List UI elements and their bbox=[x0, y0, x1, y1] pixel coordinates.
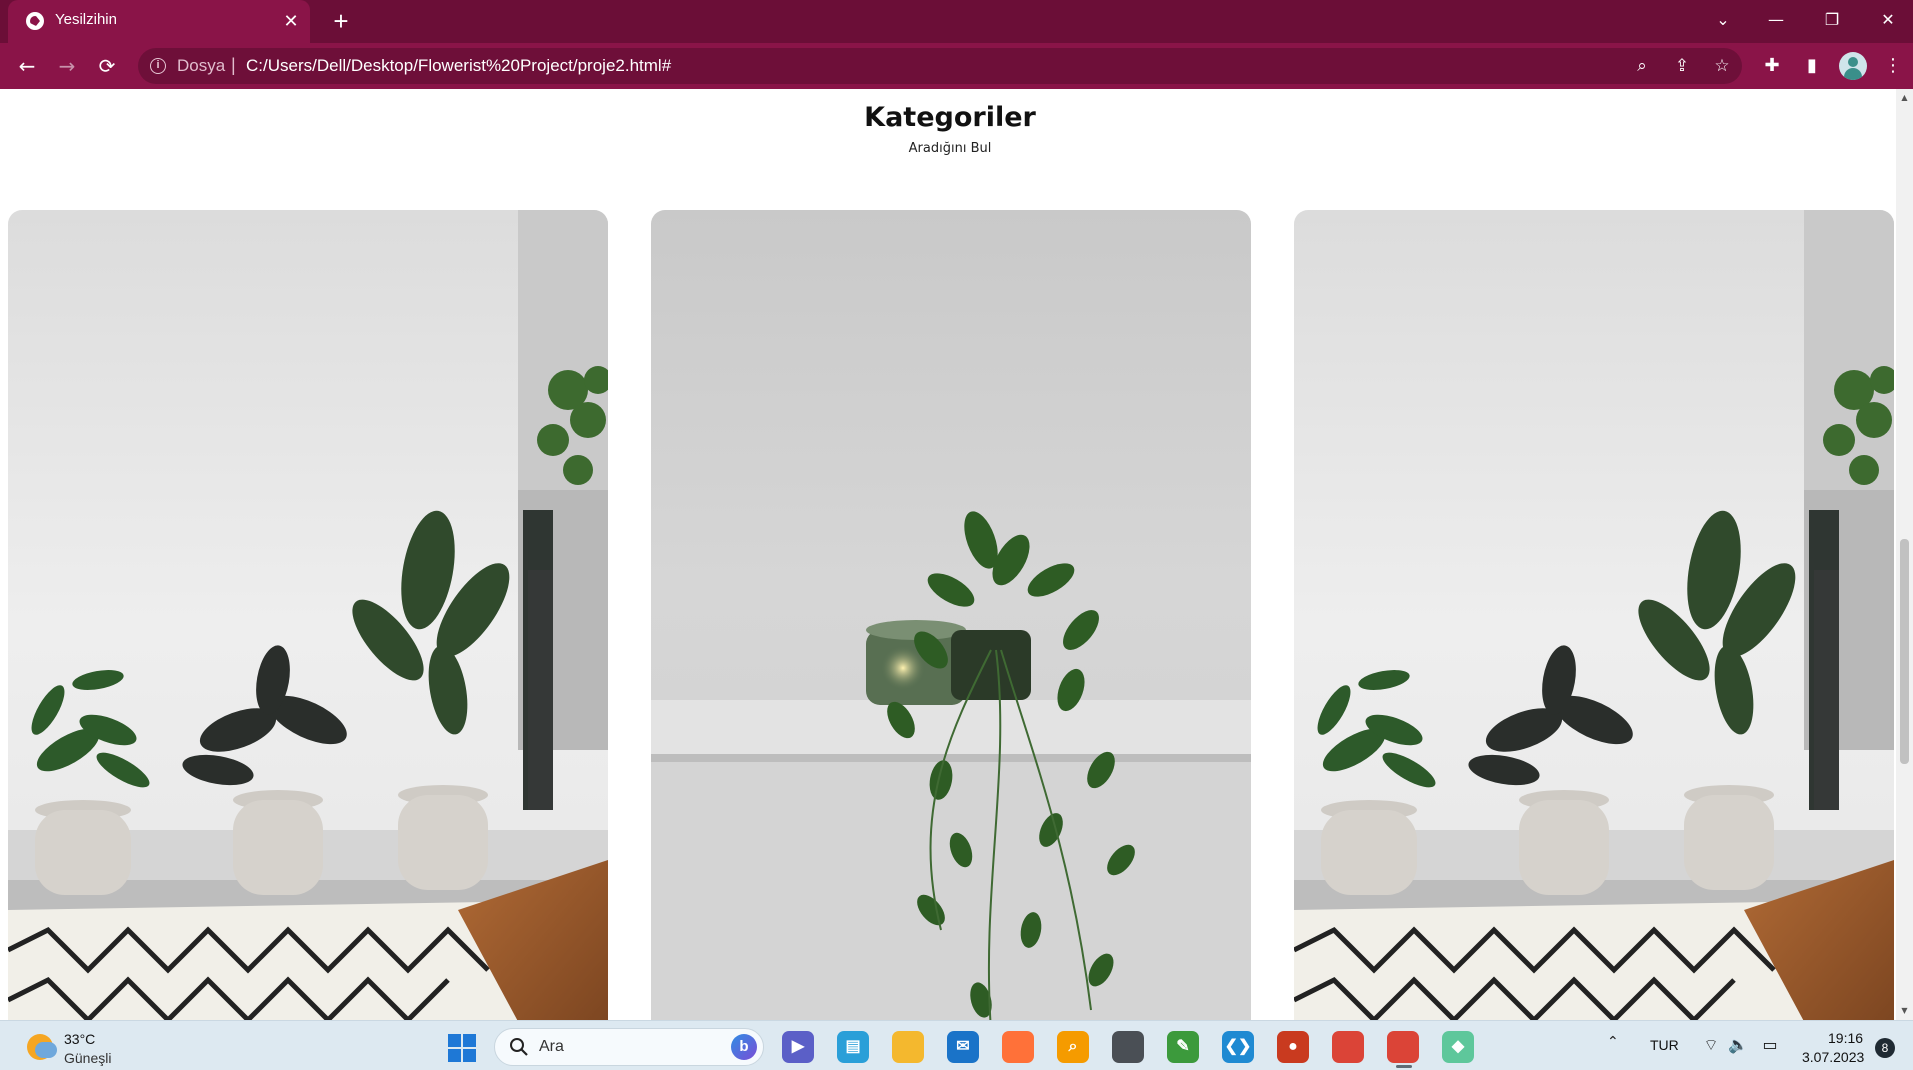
wifi-icon[interactable]: ⌔ bbox=[1700, 1034, 1722, 1056]
browser-menu-icon[interactable]: ⋮ bbox=[1878, 51, 1908, 81]
windows-start-icon[interactable] bbox=[448, 1034, 476, 1062]
recorder-icon[interactable]: ● bbox=[1277, 1031, 1309, 1063]
browser-tab-strip: Yesilzihin ✕ + ⌄ — ❐ ✕ bbox=[0, 0, 1913, 43]
notification-badge[interactable]: 8 bbox=[1875, 1038, 1895, 1058]
active-app-indicator bbox=[1396, 1065, 1412, 1068]
gitkraken-icon[interactable]: ◆ bbox=[1442, 1031, 1474, 1063]
new-tab-button[interactable]: + bbox=[326, 6, 356, 36]
address-scheme-label: Dosya bbox=[177, 56, 226, 75]
restore-button[interactable]: ❐ bbox=[1804, 0, 1860, 40]
back-button[interactable]: ← bbox=[10, 49, 44, 83]
teams-glyph: ▶ bbox=[791, 1038, 805, 1055]
recorder-glyph: ● bbox=[1288, 1038, 1298, 1055]
address-url[interactable]: C:/Users/Dell/Desktop/Flowerist%20Projec… bbox=[246, 56, 671, 76]
side-panel-icon[interactable]: ▮ bbox=[1797, 51, 1827, 81]
file-explorer-icon[interactable] bbox=[892, 1031, 924, 1063]
minimize-button[interactable]: — bbox=[1748, 0, 1804, 40]
search-placeholder: Ara bbox=[539, 1038, 564, 1055]
scrollbar-thumb[interactable] bbox=[1900, 539, 1909, 764]
notepad-glyph: ▤ bbox=[845, 1038, 861, 1055]
input-language-indicator[interactable]: TUR bbox=[1650, 1037, 1679, 1053]
chat-app-glyph bbox=[1112, 1031, 1144, 1063]
taskbar-search-box[interactable]: Ara b bbox=[494, 1028, 764, 1066]
gitkraken-glyph: ◆ bbox=[1451, 1038, 1465, 1055]
address-separator: | bbox=[231, 55, 236, 75]
scroll-up-arrow-icon[interactable]: ▲ bbox=[1899, 92, 1910, 103]
chrome-profile-icon[interactable] bbox=[1387, 1031, 1419, 1063]
close-window-button[interactable]: ✕ bbox=[1860, 0, 1913, 40]
paint-icon[interactable]: ✎ bbox=[1167, 1031, 1199, 1063]
vscode-icon[interactable]: ❮❯ bbox=[1222, 1031, 1254, 1063]
reload-button[interactable]: ⟳ bbox=[90, 49, 124, 83]
page-title: Kategoriler bbox=[864, 102, 1036, 133]
file-explorer-glyph bbox=[892, 1031, 924, 1063]
page-scrollbar[interactable]: ▲ ▼ bbox=[1896, 89, 1913, 1020]
scroll-down-arrow-icon[interactable]: ▼ bbox=[1899, 1005, 1910, 1016]
chrome-profile-glyph bbox=[1387, 1031, 1419, 1063]
firefox-icon[interactable] bbox=[1002, 1031, 1034, 1063]
clock-time[interactable]: 19:16 bbox=[1828, 1030, 1863, 1046]
chrome-icon[interactable] bbox=[1332, 1031, 1364, 1063]
clock-date[interactable]: 3.07.2023 bbox=[1802, 1049, 1864, 1065]
chat-app-icon[interactable] bbox=[1112, 1031, 1144, 1063]
forward-button[interactable]: → bbox=[50, 49, 84, 83]
vscode-glyph: ❮❯ bbox=[1224, 1038, 1252, 1055]
battery-icon[interactable]: ▭ bbox=[1759, 1034, 1781, 1056]
firefox-glyph bbox=[1002, 1031, 1034, 1063]
sun-cloud-icon bbox=[27, 1034, 57, 1060]
bookmark-star-icon[interactable]: ☆ bbox=[1710, 54, 1734, 78]
tab-title: Yesilzihin bbox=[55, 11, 117, 28]
search-icon bbox=[510, 1038, 528, 1056]
teams-icon[interactable]: ▶ bbox=[782, 1031, 814, 1063]
page-viewport: Kategoriler Aradığını Bul bbox=[0, 89, 1896, 1020]
paint-glyph: ✎ bbox=[1176, 1038, 1190, 1055]
bing-icon[interactable]: b bbox=[731, 1034, 757, 1060]
mail-glyph: ✉ bbox=[956, 1038, 970, 1055]
show-hidden-icons-chevron-icon[interactable]: ⌃ bbox=[1607, 1034, 1619, 1050]
mail-icon[interactable]: ✉ bbox=[947, 1031, 979, 1063]
address-bar[interactable]: i Dosya | C:/Users/Dell/Desktop/Floweris… bbox=[138, 48, 1742, 84]
search-app-icon[interactable]: ⌕ bbox=[1057, 1031, 1089, 1063]
weather-temperature: 33°C bbox=[64, 1031, 96, 1047]
zoom-icon[interactable]: ⌕ bbox=[1630, 54, 1654, 78]
chrome-glyph bbox=[1332, 1031, 1364, 1063]
hanging-plant-candle-photo bbox=[651, 210, 1251, 1020]
search-app-glyph: ⌕ bbox=[1068, 1038, 1078, 1055]
close-tab-icon[interactable]: ✕ bbox=[280, 8, 302, 34]
windows-taskbar: 33°C Güneşli Ara b ▶ ▤ ✉ ⌕ ✎ ❮❯ ● ◆ ⌃ TUR ⌔ 🔈 ▭… bbox=[0, 1020, 1913, 1070]
notepad-icon[interactable]: ▤ bbox=[837, 1031, 869, 1063]
page-subtitle: Aradığını Bul bbox=[908, 141, 992, 156]
category-card-plants-room[interactable] bbox=[8, 210, 608, 1020]
potted-plants-room-photo bbox=[1294, 210, 1894, 1020]
volume-icon[interactable]: 🔈 bbox=[1727, 1034, 1749, 1056]
category-card-plants-room-2[interactable] bbox=[1294, 210, 1894, 1020]
tab-search-chevron-icon[interactable]: ⌄ bbox=[1695, 0, 1751, 40]
browser-toolbar: ← → ⟳ i Dosya | C:/Users/Dell/Desktop/Fl… bbox=[0, 43, 1913, 89]
weather-condition: Güneşli bbox=[64, 1050, 112, 1066]
potted-plants-room-photo bbox=[8, 210, 608, 1020]
share-icon[interactable]: ⇪ bbox=[1670, 54, 1694, 78]
globe-icon bbox=[26, 12, 44, 30]
browser-tab[interactable]: Yesilzihin ✕ bbox=[8, 0, 310, 43]
profile-avatar[interactable] bbox=[1839, 52, 1867, 80]
site-info-icon[interactable]: i bbox=[150, 58, 166, 74]
extensions-icon[interactable]: ✚ bbox=[1757, 51, 1787, 81]
category-card-hanging-plant[interactable] bbox=[651, 210, 1251, 1020]
